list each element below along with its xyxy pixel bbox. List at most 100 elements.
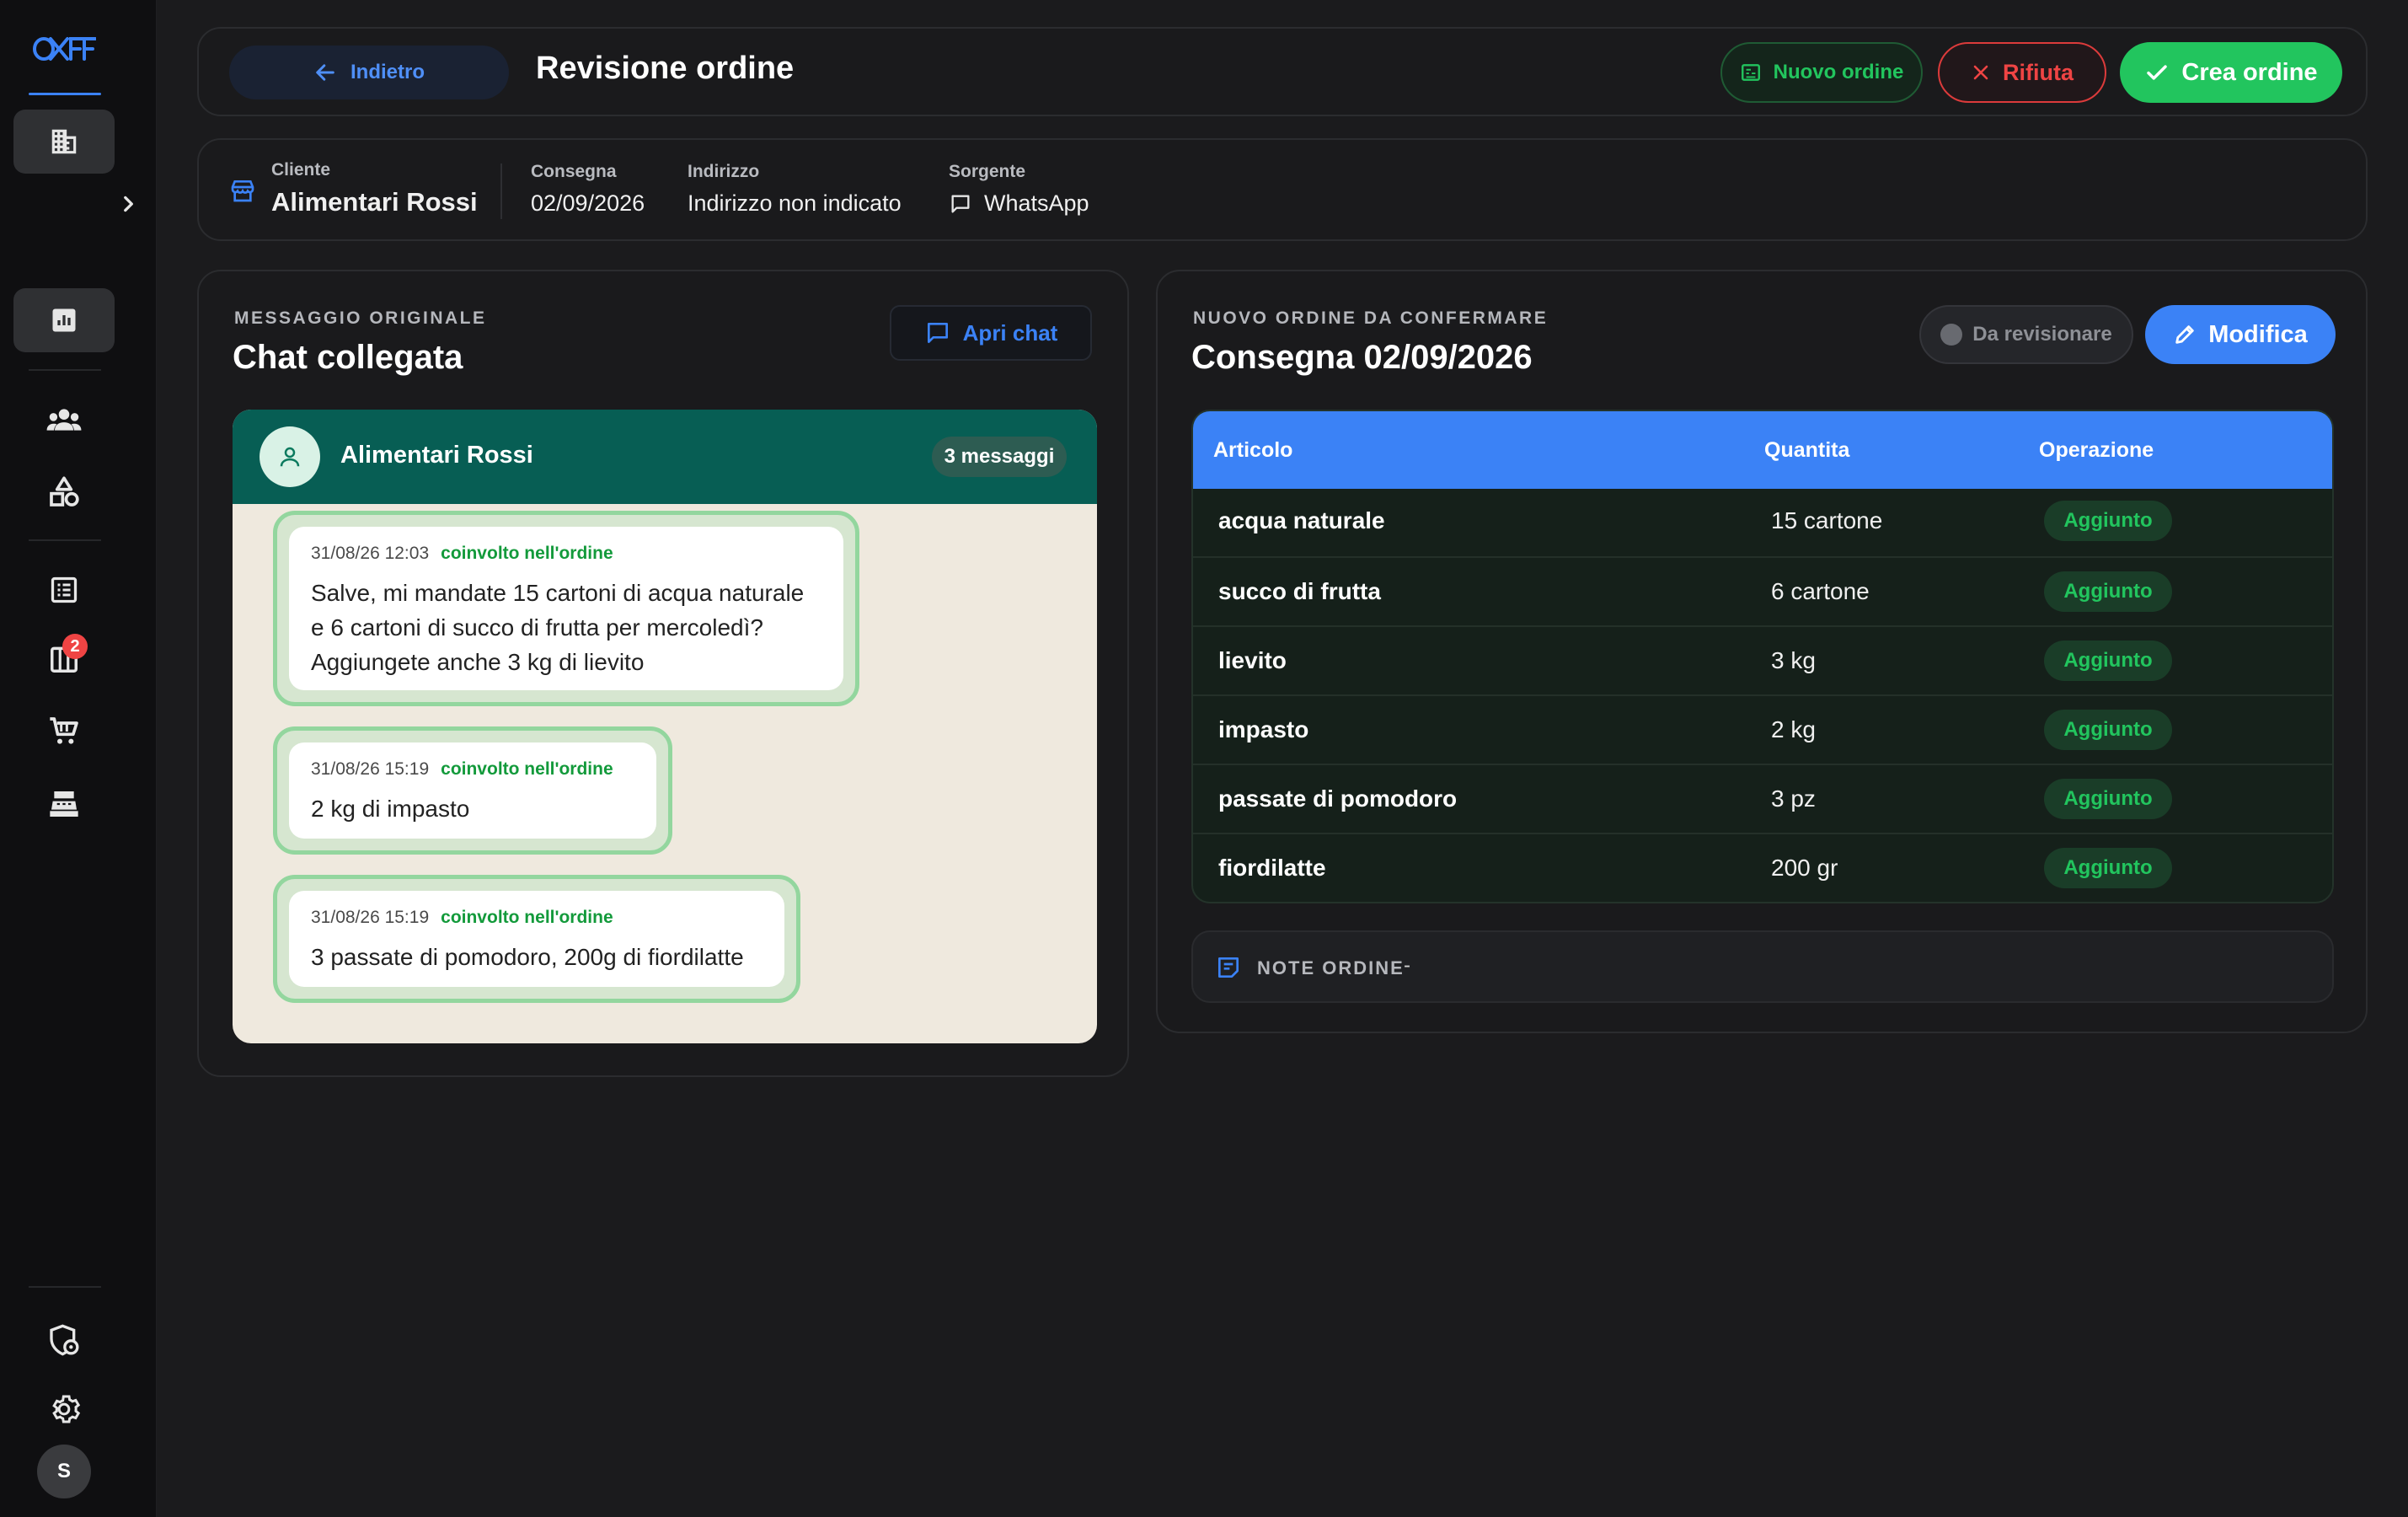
order-card: NUOVO ORDINE DA CONFERMARE Consegna 02/0… — [1156, 270, 2368, 1033]
chat-eyebrow: MESSAGGIO ORIGINALE — [234, 308, 487, 328]
list-icon — [51, 576, 78, 603]
building-icon — [51, 129, 77, 154]
sidebar-divider — [29, 1286, 101, 1288]
order-notes[interactable]: NOTE ORDINE - — [1191, 930, 2334, 1003]
message-line: 2 kg di impasto — [311, 796, 470, 822]
person-icon — [280, 447, 300, 467]
message-meta: 31/08/26 12:03 coinvolto nell'ordine — [311, 544, 613, 564]
delivery-label: Consegna — [531, 162, 617, 181]
sidebar-expand[interactable] — [101, 177, 155, 231]
dashboard-chart-icon — [52, 308, 76, 332]
operation-badge: Aggiunto — [2044, 779, 2172, 819]
page-title: Revisione ordine — [536, 51, 795, 86]
message-text: 3 passate di pomodoro, 200g di fiordilat… — [311, 940, 744, 974]
shield-settings-icon — [50, 1324, 79, 1356]
status-badge: Da revisionare — [1919, 305, 2133, 364]
item-name: succo di frutta — [1218, 578, 1381, 604]
notes-label: NOTE ORDINE — [1257, 957, 1405, 978]
back-button[interactable]: Indietro — [229, 46, 509, 99]
item-quantity: 3 pz — [1771, 785, 1816, 812]
sidebar-item-cart[interactable] — [37, 705, 91, 758]
item-quantity: 200 gr — [1771, 855, 1838, 881]
create-order-button[interactable]: Crea ordine — [2120, 42, 2342, 103]
chat-bubble-icon — [951, 195, 970, 213]
column-header-quantity[interactable]: Quantita — [1764, 438, 1849, 463]
new-order-button[interactable]: Nuovo ordine — [1720, 42, 1923, 103]
table-row[interactable]: acqua naturale 15 cartone Aggiunto — [1193, 487, 2332, 556]
sidebar-item-register[interactable] — [37, 777, 91, 831]
table-row[interactable]: fiordilatte 200 gr Aggiunto — [1193, 833, 2332, 902]
table-row[interactable]: succo di frutta 6 cartone Aggiunto — [1193, 556, 2332, 625]
chat-title: Chat collegata — [233, 339, 463, 376]
sidebar-item-dashboard[interactable] — [13, 288, 115, 352]
message-meta: 31/08/26 15:19 coinvolto nell'ordine — [311, 759, 613, 780]
open-chat-label: Apri chat — [962, 319, 1058, 346]
item-quantity: 6 cartone — [1771, 578, 1870, 604]
table-row[interactable]: lievito 3 kg Aggiunto — [1193, 625, 2332, 694]
sidebar-item-categories[interactable] — [37, 465, 91, 519]
back-button-label: Indietro — [350, 61, 425, 83]
message-tag: coinvolto nell'ordine — [441, 908, 613, 927]
chat-message[interactable]: 31/08/26 12:03 coinvolto nell'ordine Salv… — [273, 511, 859, 706]
chat-preview: Alimentari Rossi 3 messaggi 31/08/26 12:… — [233, 410, 1097, 1043]
message-bubble: 31/08/26 15:19 coinvolto nell'ordine 3 pa… — [289, 891, 784, 987]
pencil-icon — [2175, 325, 2194, 344]
message-line: Salve, mi mandate 15 cartoni di acqua na… — [311, 580, 805, 606]
contact-name: Alimentari Rossi — [340, 442, 533, 469]
edit-button[interactable]: Modifica — [2145, 305, 2336, 364]
header-bar: Indietro Revisione ordine Nuovo ordine R… — [197, 27, 2368, 116]
chat-message[interactable]: 31/08/26 15:19 coinvolto nell'ordine 3 pa… — [273, 875, 800, 1003]
message-text: Salve, mi mandate 15 cartoni di acqua na… — [311, 576, 804, 679]
table-row[interactable]: impasto 2 kg Aggiunto — [1193, 694, 2332, 764]
users-icon — [46, 409, 82, 431]
message-line: Aggiungete anche 3 kg di lievito — [311, 649, 645, 675]
message-line: e 6 cartoni di succo di frutta per merco… — [311, 614, 763, 641]
delivery-value: 02/09/2026 — [531, 190, 645, 216]
sidebar-item-orders[interactable]: 2 — [37, 632, 91, 686]
cart-icon — [50, 717, 78, 744]
arrow-left-icon — [316, 64, 334, 81]
shapes-icon — [50, 476, 79, 507]
message-bubble: 31/08/26 12:03 coinvolto nell'ordine Salv… — [289, 527, 843, 690]
chat-message[interactable]: 31/08/26 15:19 coinvolto nell'ordine 2 kg… — [273, 726, 672, 855]
client-label: Cliente — [271, 160, 331, 180]
order-title: Consegna 02/09/2026 — [1191, 339, 1533, 376]
open-chat-button[interactable]: Apri chat — [890, 305, 1092, 361]
sidebar-divider — [29, 539, 101, 541]
sidebar-item-settings[interactable] — [37, 1382, 91, 1436]
item-name: lievito — [1218, 647, 1287, 673]
message-bubble: 31/08/26 15:19 coinvolto nell'ordine 2 kg… — [289, 742, 656, 839]
gear-icon — [52, 1395, 81, 1423]
sidebar-item-companies[interactable] — [13, 110, 115, 174]
table-row[interactable]: passate di pomodoro 3 pz Aggiunto — [1193, 764, 2332, 833]
message-text: 2 kg di impasto — [311, 791, 469, 826]
status-dot-icon — [1940, 324, 1963, 346]
client-value: Alimentari Rossi — [271, 187, 478, 217]
check-icon — [2147, 65, 2168, 80]
message-tag: coinvolto nell'ordine — [441, 759, 613, 779]
item-name: impasto — [1218, 716, 1309, 742]
chevron-right-icon — [124, 196, 133, 212]
sidebar-item-list[interactable] — [37, 563, 91, 617]
avatar[interactable]: S — [37, 1445, 91, 1498]
operation-badge: Aggiunto — [2044, 710, 2172, 750]
chat-card: MESSAGGIO ORIGINALE Chat collegata Apri … — [197, 270, 1129, 1077]
chat-bubble-icon — [927, 323, 948, 343]
item-quantity: 2 kg — [1771, 716, 1816, 742]
logo-underline — [29, 93, 101, 95]
sidebar-item-security[interactable] — [37, 1313, 91, 1367]
reject-label: Rifiuta — [2003, 59, 2074, 85]
new-order-label: Nuovo ordine — [1773, 61, 1904, 83]
message-count-badge: 3 messaggi — [932, 437, 1067, 477]
chat-header: Alimentari Rossi 3 messaggi — [233, 410, 1097, 504]
sidebar-item-customers[interactable] — [37, 393, 91, 447]
reject-button[interactable]: Rifiuta — [1938, 42, 2106, 103]
column-header-operation[interactable]: Operazione — [2039, 438, 2154, 463]
close-icon — [1973, 65, 1988, 80]
message-line: 3 passate di pomodoro, 200g di fiordilat… — [311, 944, 744, 970]
logo — [33, 37, 96, 61]
column-header-item[interactable]: Articolo — [1213, 438, 1292, 463]
table-header: Articolo Quantita Operazione — [1193, 411, 2332, 489]
item-name: passate di pomodoro — [1218, 785, 1458, 812]
order-info-bar: Cliente Alimentari Rossi Consegna 02/09/… — [197, 138, 2368, 241]
